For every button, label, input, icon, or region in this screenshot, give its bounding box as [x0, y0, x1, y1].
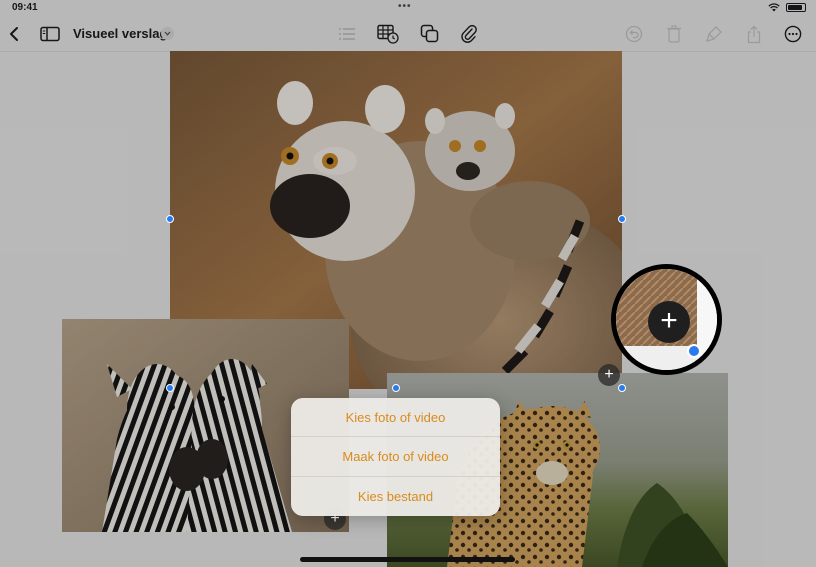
chevron-down-icon	[164, 31, 171, 36]
title-menu-button[interactable]	[161, 27, 174, 40]
undo-icon	[625, 25, 643, 43]
attach-button[interactable]	[457, 22, 481, 46]
table-media-icon	[377, 24, 399, 44]
undo-button[interactable]	[622, 22, 646, 46]
home-indicator[interactable]	[300, 557, 515, 562]
status-time: 09:41	[12, 2, 38, 13]
back-button[interactable]	[2, 22, 26, 46]
delete-icon	[667, 25, 681, 43]
shape-button[interactable]	[418, 22, 442, 46]
paperclip-icon	[461, 24, 477, 43]
toolbar: Visueel verslag	[0, 16, 816, 52]
resize-handle-left[interactable]	[166, 215, 174, 223]
sidebar-icon	[40, 26, 60, 42]
list-button[interactable]	[335, 22, 359, 46]
list-icon	[339, 28, 355, 40]
sidebar-button[interactable]	[38, 22, 62, 46]
magnified-resize-handle	[687, 344, 701, 358]
resize-handle-bottom[interactable]	[392, 384, 400, 392]
magnified-add-button: +	[648, 301, 690, 343]
resize-handle-bottom-left[interactable]	[166, 384, 174, 392]
format-brush-icon	[706, 26, 722, 42]
more-button[interactable]	[781, 22, 805, 46]
share-button[interactable]	[742, 22, 766, 46]
insert-media-menu: Kies foto of video Maak foto of video Ki…	[291, 398, 500, 516]
document-title[interactable]: Visueel verslag	[73, 26, 167, 41]
choose-photo-video-item[interactable]: Kies foto of video	[291, 398, 500, 438]
magnifier-lens: +	[611, 264, 722, 375]
resize-handle-bottom-right[interactable]	[618, 384, 626, 392]
take-photo-video-item[interactable]: Maak foto of video	[291, 437, 500, 477]
choose-file-item[interactable]: Kies bestand	[291, 477, 500, 516]
resize-handle-right[interactable]	[618, 215, 626, 223]
table-button[interactable]	[376, 22, 400, 46]
multitask-dots[interactable]: •••	[398, 1, 412, 12]
more-icon	[784, 25, 802, 43]
chevron-left-icon	[10, 27, 18, 41]
delete-button[interactable]	[662, 22, 686, 46]
format-button[interactable]	[702, 22, 726, 46]
status-indicators	[768, 3, 806, 12]
copy-shape-icon	[420, 24, 439, 43]
wifi-icon	[768, 3, 780, 12]
status-bar: 09:41 •••	[0, 0, 816, 16]
share-icon	[747, 25, 761, 43]
battery-icon	[786, 3, 806, 12]
